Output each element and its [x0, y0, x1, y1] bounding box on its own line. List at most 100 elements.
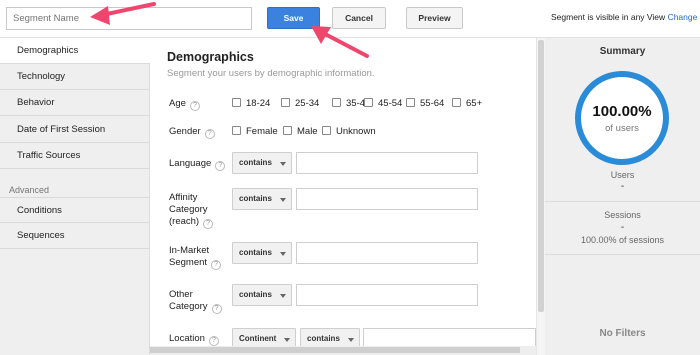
gender-checkbox-female[interactable]: Female [232, 126, 278, 138]
segment-sidebar: Demographics Technology Behavior Date of… [0, 38, 150, 355]
summary-panel: Summary 100.00% of users Users - Session… [545, 38, 700, 355]
annotation-arrow-icon [311, 26, 369, 58]
dropdown-caret-icon [280, 252, 286, 256]
gender-label: Gender? [169, 126, 215, 139]
inmarket-operator-dropdown[interactable]: contains [232, 242, 292, 264]
sidebar-item-technology[interactable]: Technology [0, 64, 150, 90]
sidebar-item-traffic-sources[interactable]: Traffic Sources [0, 143, 150, 169]
dropdown-value: contains [239, 248, 272, 257]
checkbox-label: 45-54 [378, 98, 403, 109]
checkbox-icon[interactable] [452, 98, 461, 107]
sidebar-item-behavior[interactable]: Behavior [0, 90, 150, 116]
dropdown-value: contains [239, 158, 272, 167]
help-icon[interactable]: ? [203, 219, 214, 229]
vertical-scrollbar[interactable] [536, 38, 545, 355]
gender-label-text: Gender [169, 126, 201, 137]
location-label-text: Location [169, 333, 205, 344]
change-link[interactable]: Change [668, 12, 698, 22]
checkbox-icon[interactable] [406, 98, 415, 107]
dropdown-value: contains [239, 194, 272, 203]
other-value-input[interactable] [296, 284, 478, 306]
annotation-arrow-icon [90, 2, 156, 25]
horizontal-scrollbar[interactable] [150, 346, 536, 355]
dropdown-caret-icon [348, 338, 354, 342]
help-icon[interactable]: ? [189, 101, 200, 111]
gender-checkbox-male[interactable]: Male [283, 126, 318, 138]
preview-button[interactable]: Preview [406, 7, 463, 29]
summary-divider [545, 201, 700, 202]
checkbox-label: 18-24 [246, 98, 271, 109]
scrollbar-thumb[interactable] [538, 40, 544, 312]
other-label-line: Category [169, 301, 208, 312]
sessions-percentage: 100.00% of sessions [580, 235, 665, 245]
help-icon[interactable]: ? [215, 161, 226, 171]
checkbox-label: Male [297, 126, 318, 137]
language-operator-dropdown[interactable]: contains [232, 152, 292, 174]
dropdown-caret-icon [280, 294, 286, 298]
affinity-operator-dropdown[interactable]: contains [232, 188, 292, 210]
age-checkbox-45-54[interactable]: 45-54 [364, 98, 402, 110]
checkbox-label: Female [246, 126, 278, 137]
checkbox-icon[interactable] [281, 98, 290, 107]
inmarket-value-input[interactable] [296, 242, 478, 264]
age-checkbox-55-64[interactable]: 55-64 [406, 98, 444, 110]
checkbox-icon[interactable] [364, 98, 373, 107]
users-percentage-ring: 100.00% of users [575, 71, 669, 165]
dropdown-caret-icon [284, 338, 290, 342]
checkbox-icon[interactable] [232, 126, 241, 135]
age-label-text: Age [169, 98, 186, 109]
help-icon[interactable]: ? [204, 129, 215, 139]
location-label: Location? [169, 333, 219, 346]
users-label: Users [610, 170, 635, 180]
inmarket-label: In-Market Segment? [169, 245, 222, 270]
checkbox-label: 25-34 [295, 98, 320, 109]
language-label: Language? [169, 158, 226, 171]
other-category-label: Other Category? [169, 289, 222, 314]
language-value-input[interactable] [296, 152, 478, 174]
checkbox-label: Unknown [336, 126, 376, 137]
panel-subtitle: Segment your users by demographic inform… [167, 68, 375, 79]
help-icon[interactable]: ? [208, 336, 219, 346]
sessions-value: - [620, 222, 625, 233]
dropdown-value: contains [307, 334, 340, 343]
scrollbar-thumb[interactable] [150, 347, 520, 353]
users-percentage: 100.00% [592, 103, 652, 120]
checkbox-icon[interactable] [283, 126, 292, 135]
checkbox-icon[interactable] [232, 98, 241, 107]
age-checkbox-65-plus[interactable]: 65+ [452, 98, 482, 110]
summary-title: Summary [599, 46, 646, 57]
affinity-value-input[interactable] [296, 188, 478, 210]
affinity-label-line: Affinity [169, 192, 198, 203]
checkbox-label: 65+ [466, 98, 483, 109]
users-percentage-label: of users [605, 123, 639, 134]
sidebar-item-sequences[interactable]: Sequences [0, 223, 150, 249]
gender-checkbox-unknown[interactable]: Unknown [322, 126, 376, 138]
inmarket-label-line: In-Market [169, 245, 210, 256]
sidebar-item-date-of-first-session[interactable]: Date of First Session [0, 117, 150, 143]
other-operator-dropdown[interactable]: contains [232, 284, 292, 306]
checkbox-icon[interactable] [322, 126, 331, 135]
age-checkbox-25-34[interactable]: 25-34 [281, 98, 319, 110]
dropdown-value: Continent [239, 334, 277, 343]
help-icon[interactable]: ? [211, 260, 222, 270]
no-filters-text: No Filters [599, 328, 646, 339]
sessions-label: Sessions [604, 210, 641, 220]
demographics-panel: Demographics Segment your users by demog… [150, 38, 536, 355]
visibility-text: Segment is visible in any View [551, 12, 666, 22]
age-checkbox-18-24[interactable]: 18-24 [232, 98, 270, 110]
help-icon[interactable]: ? [211, 304, 222, 314]
dropdown-caret-icon [280, 198, 286, 202]
age-label: Age? [169, 98, 200, 111]
dropdown-value: contains [239, 290, 272, 299]
affinity-label-line: (reach) [169, 216, 200, 227]
sidebar-item-conditions[interactable]: Conditions [0, 197, 150, 223]
advanced-heading: Advanced [9, 185, 50, 195]
visibility-status: Segment is visible in any View Change [551, 12, 697, 22]
dropdown-caret-icon [280, 162, 286, 166]
panel-title: Demographics [167, 50, 254, 64]
sidebar-item-demographics[interactable]: Demographics [0, 38, 150, 64]
summary-divider [545, 254, 700, 255]
checkbox-icon[interactable] [332, 98, 341, 107]
affinity-label-line: Category [169, 204, 208, 215]
affinity-label: Affinity Category (reach)? [169, 192, 214, 229]
